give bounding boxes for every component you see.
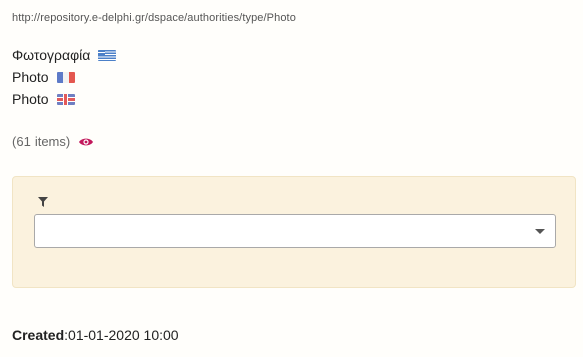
label-row-french: Photo [12,66,116,88]
items-label: items) [34,134,71,149]
items-count-row: ( 61 items) [12,134,94,149]
chevron-down-icon [535,229,545,234]
label-text: Φωτογραφία [12,47,91,63]
label-text: Photo [12,69,49,85]
uk-flag-icon [56,93,75,105]
filter-panel [12,176,576,288]
label-list: Φωτογραφία Photo Photo [12,44,117,110]
authority-page: http://repository.e-delphi.gr/dspace/aut… [0,0,583,357]
created-info: Created:01-01-2020 10:00 [12,327,179,343]
label-text: Photo [12,91,49,107]
created-label: Created [12,327,65,343]
label-row-greek: Φωτογραφία [12,44,117,66]
created-value: 01-01-2020 10:00 [68,327,179,343]
items-count: 61 [16,134,31,149]
authority-uri: http://repository.e-delphi.gr/dspace/aut… [12,12,296,24]
greek-flag-icon [98,49,117,61]
french-flag-icon [56,71,75,83]
filter-select[interactable] [34,214,556,248]
eye-icon[interactable] [78,136,94,148]
label-row-english: Photo [12,88,116,110]
filter-icon [37,195,49,207]
